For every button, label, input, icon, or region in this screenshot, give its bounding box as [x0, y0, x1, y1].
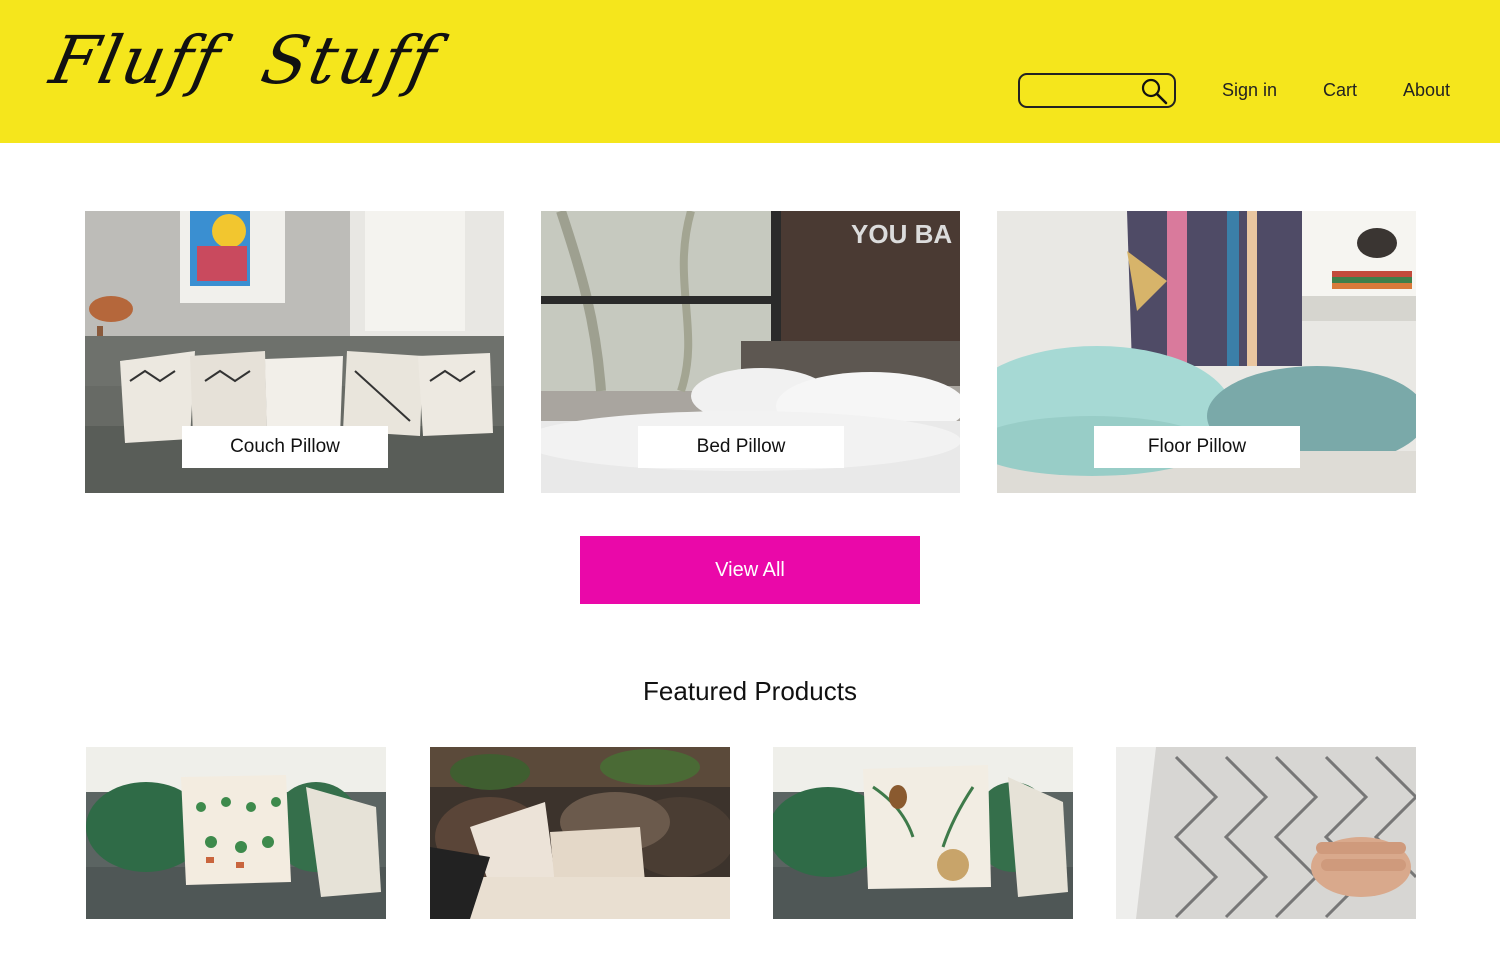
- geometric-pillow-photo: [1116, 747, 1416, 919]
- search-icon[interactable]: [1140, 77, 1170, 105]
- category-label: Couch Pillow: [182, 426, 388, 468]
- pinecone-pillow-photo: [773, 747, 1073, 919]
- view-all-button[interactable]: View All: [580, 536, 920, 604]
- featured-product-card[interactable]: [1116, 747, 1416, 919]
- featured-product-card[interactable]: [430, 747, 730, 919]
- nav-about-link[interactable]: About: [1403, 80, 1450, 101]
- nav-sign-in-link[interactable]: Sign in: [1222, 80, 1277, 101]
- category-card-couch[interactable]: Couch Pillow: [85, 211, 504, 493]
- site-header: Fluff Stuff Sign in Cart About: [0, 0, 1500, 143]
- category-label: Floor Pillow: [1094, 426, 1300, 468]
- brand-logo[interactable]: Fluff Stuff: [44, 22, 445, 99]
- svg-text:YOU BA: YOU BA: [851, 219, 952, 249]
- featured-products-heading: Featured Products: [643, 676, 857, 706]
- category-card-floor[interactable]: Floor Pillow: [997, 211, 1416, 493]
- search-box[interactable]: [1018, 73, 1176, 108]
- nav-cart-link[interactable]: Cart: [1323, 80, 1357, 101]
- category-label: Bed Pillow: [638, 426, 844, 468]
- category-card-bed[interactable]: YOU BA Bed Pillow: [541, 211, 960, 493]
- cactus-pillow-photo: [86, 747, 386, 919]
- search-input[interactable]: [1028, 80, 1140, 102]
- fluffy-pillows-photo: [430, 747, 730, 919]
- featured-product-card[interactable]: [773, 747, 1073, 919]
- featured-product-card[interactable]: [86, 747, 386, 919]
